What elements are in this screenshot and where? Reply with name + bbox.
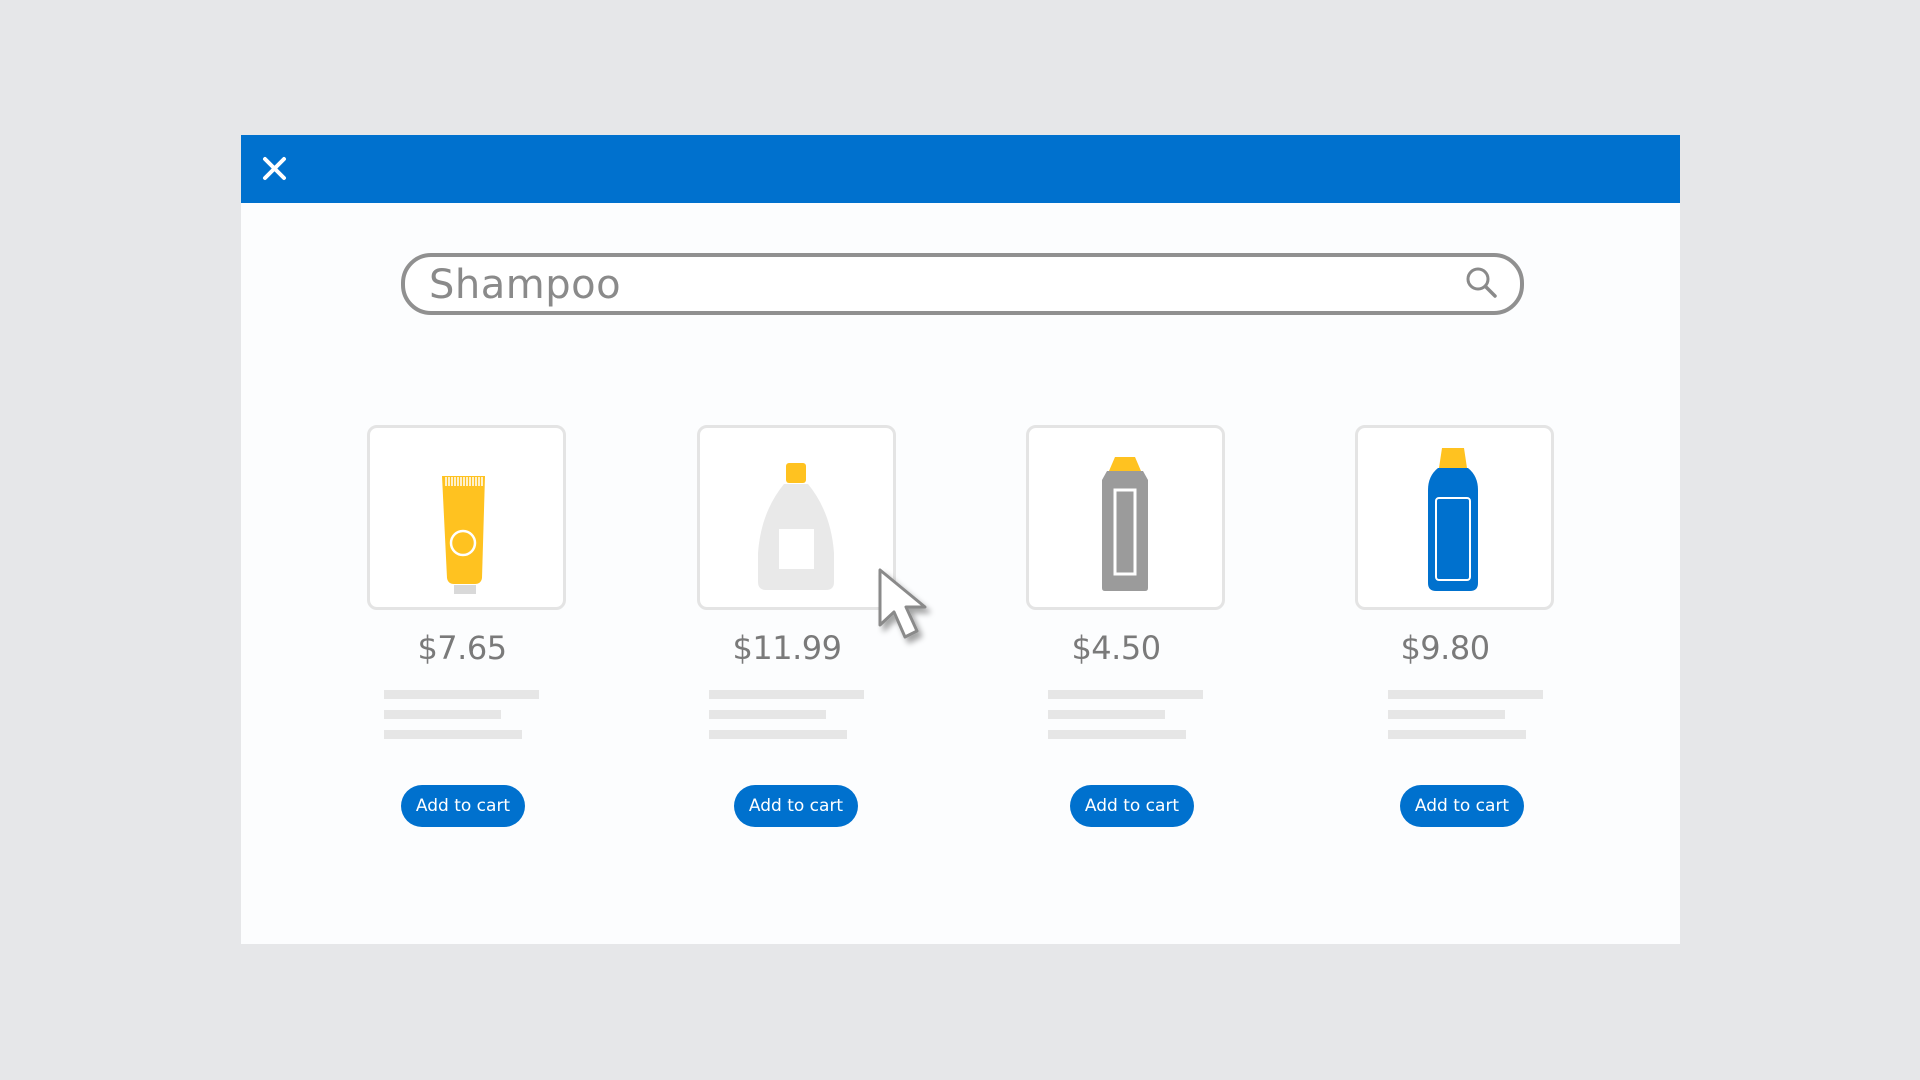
product-card: $9.80 (1355, 425, 1555, 785)
product-image[interactable] (367, 425, 566, 610)
description-line (709, 730, 847, 739)
search-icon (1466, 267, 1497, 298)
description-line (1388, 690, 1543, 699)
description-line (709, 690, 864, 699)
description-line (384, 690, 539, 699)
description-line (1048, 690, 1203, 699)
description-line (1048, 730, 1186, 739)
blue-bottle-icon (1428, 448, 1478, 591)
search-query: Shampoo (429, 262, 622, 308)
yellow-tube-icon (442, 476, 485, 594)
product-card: $4.50 (1026, 425, 1226, 785)
product-price: $7.65 (417, 629, 507, 667)
close-button[interactable] (255, 149, 295, 189)
add-to-cart-button[interactable]: Add to cart (1400, 785, 1524, 827)
product-image[interactable] (1026, 425, 1225, 610)
product-image[interactable] (697, 425, 896, 610)
description-line (1048, 710, 1165, 719)
product-card: $11.99 (697, 425, 897, 785)
white-bottle-icon (758, 463, 834, 590)
add-to-cart-button[interactable]: Add to cart (401, 785, 525, 827)
description-line (384, 710, 501, 719)
product-image[interactable] (1355, 425, 1554, 610)
browser-window: Shampoo $7.65 Add to cart $11.99 Add to … (241, 135, 1680, 944)
product-price: $4.50 (1071, 629, 1161, 667)
add-to-cart-button[interactable]: Add to cart (734, 785, 858, 827)
gray-bottle-icon (1102, 457, 1148, 591)
product-price: $11.99 (732, 629, 842, 667)
product-card: $7.65 (367, 425, 567, 785)
description-line (1388, 710, 1505, 719)
description-line (1388, 730, 1526, 739)
add-to-cart-button[interactable]: Add to cart (1070, 785, 1194, 827)
close-icon (263, 157, 286, 180)
title-bar (241, 135, 1680, 203)
product-price: $9.80 (1400, 629, 1490, 667)
description-line (709, 710, 826, 719)
search-button[interactable] (1464, 265, 1500, 303)
search-input[interactable]: Shampoo (401, 253, 1524, 315)
description-line (384, 730, 522, 739)
